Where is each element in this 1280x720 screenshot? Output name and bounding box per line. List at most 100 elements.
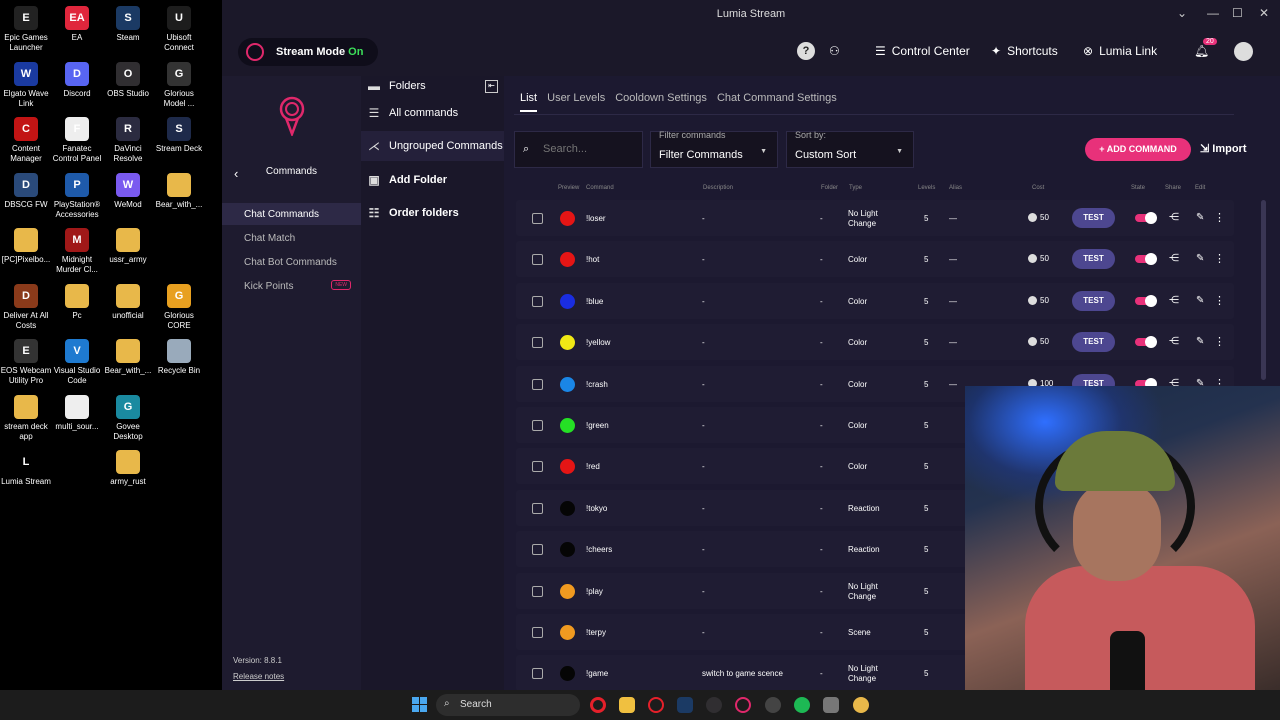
row-checkbox[interactable] <box>532 337 543 349</box>
release-notes-link[interactable]: Release notes <box>233 672 284 681</box>
settings-icon[interactable] <box>823 697 839 713</box>
opera-gx-icon[interactable] <box>648 697 664 713</box>
lumia-stream-icon[interactable] <box>735 697 751 713</box>
more-icon[interactable]: ⋮ <box>1214 294 1225 307</box>
maximize-button[interactable]: ☐ <box>1232 6 1243 20</box>
row-checkbox[interactable] <box>532 213 543 224</box>
test-button[interactable]: TEST <box>1072 332 1115 353</box>
share-icon[interactable]: ⋲ <box>1169 336 1179 347</box>
minimize-button[interactable]: — <box>1207 6 1219 20</box>
folder-all-commands[interactable]: ☰ All commands <box>361 98 504 128</box>
desktop-icon[interactable]: D DBSCG FW <box>0 172 52 210</box>
bell-icon[interactable]: 🔔︎ 20 <box>1194 38 1217 58</box>
search-input[interactable] <box>543 143 633 155</box>
desktop-icon[interactable]: M Midnight Murder Cl... <box>51 228 103 275</box>
more-icon[interactable]: ⋮ <box>1214 252 1225 265</box>
desktop-icon[interactable]: F Fanatec Control Panel <box>51 117 103 164</box>
table-row[interactable]: !hot - - Color 5 — 50 TEST ⋲ ✎ ⋮ <box>516 241 1234 278</box>
row-checkbox[interactable] <box>532 502 543 514</box>
share-icon[interactable]: ⋲ <box>1169 212 1179 223</box>
edit-icon[interactable]: ✎ <box>1196 253 1204 264</box>
desktop-icon[interactable]: E EOS Webcam Utility Pro <box>0 339 52 386</box>
edit-icon[interactable]: ✎ <box>1196 212 1204 223</box>
stream-mode-toggle[interactable]: Stream Mode On <box>238 38 378 66</box>
desktop-icon[interactable]: S Steam <box>102 6 154 43</box>
desktop-icon[interactable]: multi_sour... <box>51 394 103 432</box>
desktop-icon[interactable]: unofficial <box>102 283 154 321</box>
state-toggle[interactable] <box>1135 253 1157 266</box>
desktop-icon[interactable]: O OBS Studio <box>102 61 154 99</box>
desktop-icon[interactable]: G Glorious Model ... <box>153 61 205 109</box>
table-row[interactable]: !loser - - No Light Change 5 — 50 TEST ⋲ ✎ ⋮ <box>516 200 1234 236</box>
control-center-link[interactable]: ☰ Control Center <box>875 44 970 58</box>
desktop-icon[interactable]: P PlayStation® Accessories <box>51 172 103 220</box>
row-checkbox[interactable] <box>532 668 543 680</box>
state-toggle[interactable] <box>1135 336 1157 349</box>
desktop-icon[interactable]: Pc <box>51 283 103 321</box>
table-row[interactable]: !blue - - Color 5 — 50 TEST ⋲ ✎ ⋮ <box>516 282 1234 319</box>
row-checkbox[interactable] <box>532 627 543 638</box>
desktop-icon[interactable]: W WeMod <box>102 172 154 210</box>
more-icon[interactable]: ⋮ <box>1214 335 1225 348</box>
row-checkbox[interactable] <box>532 461 543 473</box>
test-button[interactable]: TEST <box>1072 249 1115 270</box>
tab-chat-command-settings[interactable]: Chat Command Settings <box>717 92 837 112</box>
collapse-icon[interactable]: ⌄ <box>1177 6 1187 20</box>
share-icon[interactable]: ⋲ <box>1169 253 1179 264</box>
add-command-button[interactable]: + ADD COMMAND <box>1085 138 1191 161</box>
desktop-icon[interactable]: R DaVinci Resolve <box>102 117 154 164</box>
row-checkbox[interactable] <box>532 254 543 266</box>
users-icon[interactable]: ⚇ <box>829 44 840 58</box>
share-icon[interactable]: ⋲ <box>1169 295 1179 306</box>
nav-item-chat-commands[interactable]: Chat Commands <box>222 203 361 225</box>
sort-select[interactable]: Sort by: Custom Sort ▼ <box>786 130 914 168</box>
desktop-icon[interactable]: Bear_with_... <box>102 339 154 376</box>
row-checkbox[interactable] <box>532 544 543 556</box>
app-icon[interactable] <box>765 697 781 713</box>
lumia-link-link[interactable]: ⊗ Lumia Link <box>1083 44 1157 58</box>
nav-item-kick-points[interactable]: Kick Points NEW <box>222 275 361 297</box>
row-checkbox[interactable] <box>532 378 543 390</box>
desktop-icon[interactable]: G Glorious CORE <box>153 283 205 331</box>
folder-ungrouped[interactable]: ⋌ Ungrouped Commands <box>361 131 504 161</box>
order-folders-button[interactable]: ☷ Order folders <box>361 198 504 228</box>
nav-item-chat-match[interactable]: Chat Match <box>222 227 361 249</box>
desktop-icon[interactable]: D Deliver At All Costs <box>0 283 52 331</box>
desktop-icon[interactable]: W Elgato Wave Link <box>0 61 52 109</box>
more-icon[interactable]: ⋮ <box>1214 211 1225 224</box>
row-checkbox[interactable] <box>532 420 543 431</box>
add-folder-button[interactable]: ▣ Add Folder <box>361 165 504 195</box>
filter-commands-select[interactable]: Filter commands Filter Commands ▼ <box>650 130 778 168</box>
scrollbar[interactable] <box>1261 200 1266 380</box>
desktop-icon[interactable]: S Stream Deck <box>153 117 205 154</box>
import-button[interactable]: ⇲ Import <box>1200 142 1247 155</box>
desktop-icon[interactable]: Recycle Bin <box>153 339 205 376</box>
desktop-icon[interactable]: V Visual Studio Code <box>51 339 103 386</box>
desktop-icon[interactable]: ussr_army <box>102 228 154 265</box>
tab-list[interactable]: List <box>520 92 538 112</box>
help-icon[interactable]: ? <box>797 42 815 60</box>
test-button[interactable]: TEST <box>1072 208 1115 228</box>
desktop-icon[interactable]: C Content Manager <box>0 117 52 164</box>
desktop-icon[interactable]: G Govee Desktop <box>102 394 154 442</box>
desktop-icon[interactable]: army_rust <box>102 450 154 487</box>
obs-icon[interactable] <box>706 697 722 713</box>
close-button[interactable]: ✕ <box>1259 6 1269 20</box>
collapse-panel-icon[interactable]: ⇤ <box>485 79 498 93</box>
steam-icon[interactable] <box>677 697 693 713</box>
taskbar-search[interactable]: ⌕ Search <box>436 694 580 716</box>
nav-item-chat-bot-commands[interactable]: Chat Bot Commands <box>222 251 361 273</box>
desktop-icon[interactable]: E Epic Games Launcher <box>0 6 52 53</box>
tab-user-levels[interactable]: User Levels <box>547 92 605 112</box>
desktop-icon[interactable]: L Lumia Stream <box>0 450 52 487</box>
desktop-icon[interactable]: stream deck app <box>0 394 52 442</box>
table-row[interactable]: !yellow - - Color 5 — 50 TEST ⋲ ✎ ⋮ <box>516 324 1234 361</box>
desktop-icon[interactable]: EA EA <box>51 6 103 43</box>
tab-cooldown-settings[interactable]: Cooldown Settings <box>615 92 707 112</box>
state-toggle[interactable] <box>1135 212 1157 224</box>
file-explorer-icon[interactable] <box>619 697 635 713</box>
spotify-icon[interactable] <box>794 697 810 713</box>
state-toggle[interactable] <box>1135 294 1157 307</box>
row-checkbox[interactable] <box>532 585 543 597</box>
shortcuts-link[interactable]: ✦ Shortcuts <box>991 44 1058 58</box>
